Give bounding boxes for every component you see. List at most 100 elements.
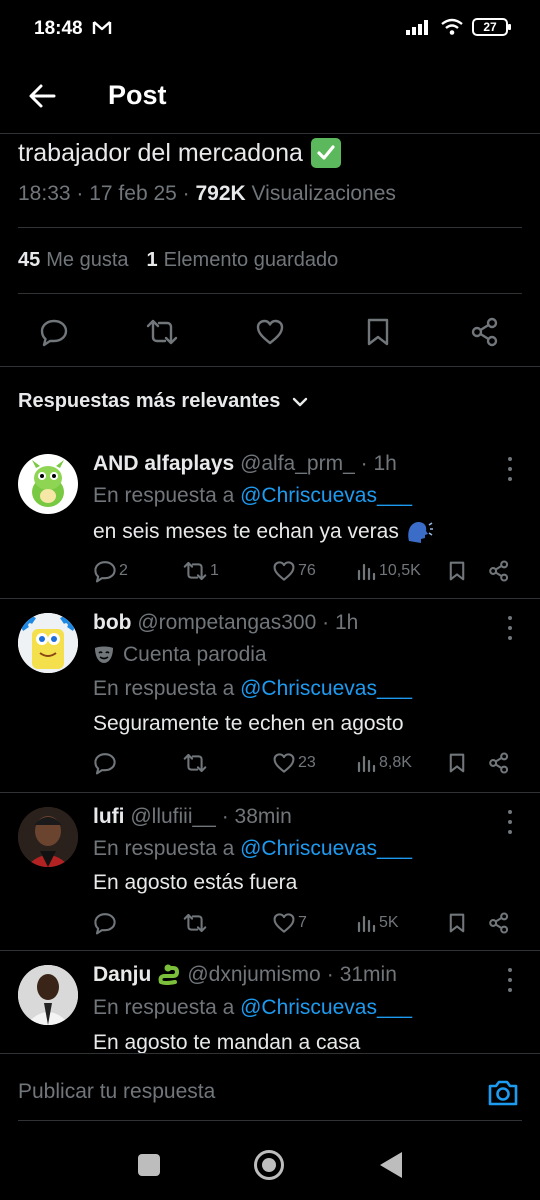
views-label: Visualizaciones: [251, 182, 396, 205]
avatar[interactable]: [18, 965, 78, 1025]
avatar[interactable]: [18, 454, 78, 514]
bookmark-icon: [449, 753, 465, 773]
reply-button[interactable]: [93, 908, 119, 938]
more-options-icon[interactable]: [506, 810, 514, 834]
reply-to-line: En respuesta a @Chriscuevas___: [93, 996, 412, 1020]
views-button[interactable]: 10,5K: [357, 556, 421, 586]
reply-actions: 7 5K: [0, 908, 540, 938]
retweet-button[interactable]: [182, 748, 210, 778]
like-button[interactable]: 76: [272, 556, 316, 586]
more-options-icon[interactable]: [506, 457, 514, 481]
reply-icon: [40, 319, 68, 347]
views-count: 792K: [195, 182, 246, 205]
retweet-button[interactable]: [182, 908, 210, 938]
bookmark-icon: [449, 913, 465, 933]
heart-icon: [273, 913, 295, 933]
retweet-count: 1: [210, 562, 219, 579]
reply-time: 1h: [334, 611, 359, 634]
reply-button[interactable]: [36, 314, 72, 350]
saved-label: Elemento guardado: [163, 249, 339, 271]
avatar[interactable]: [18, 807, 78, 867]
retweet-button[interactable]: [144, 314, 180, 350]
reply-author-handle[interactable]: @dxnjumismo: [187, 963, 320, 987]
share-button[interactable]: [467, 314, 503, 350]
bookmark-button[interactable]: [448, 748, 466, 778]
chevron-down-icon: [293, 397, 308, 406]
avatar[interactable]: [18, 613, 78, 673]
likes-stat[interactable]: 45 Me gusta: [18, 249, 129, 272]
recent-apps-button[interactable]: [138, 1154, 160, 1176]
saved-stat[interactable]: 1 Elemento guardado: [147, 249, 339, 272]
share-icon: [489, 560, 509, 582]
reply-text-content: Seguramente te echen en agosto: [93, 712, 404, 735]
reply-composer-input[interactable]: Publicar tu respuesta: [18, 1080, 215, 1104]
reply-author-handle[interactable]: @alfa_prm_: [240, 452, 355, 475]
meta-separator: ·: [221, 805, 235, 828]
like-count: 7: [298, 914, 307, 931]
reply-item[interactable]: bob @rompetangas300 · 1h Cuenta parodia …: [0, 599, 540, 791]
heart-icon: [256, 319, 284, 345]
speaking-head-emoji-icon: [408, 522, 433, 543]
like-button[interactable]: 23: [272, 748, 316, 778]
reply-count: 2: [119, 562, 128, 579]
wifi-icon: [441, 18, 463, 35]
system-back-button[interactable]: [380, 1152, 402, 1178]
reply-author-name[interactable]: bob: [93, 611, 131, 634]
share-icon: [471, 317, 498, 347]
share-button[interactable]: [488, 556, 510, 586]
share-button[interactable]: [488, 908, 510, 938]
composer-underline: [18, 1120, 522, 1121]
reply-to-prefix: En respuesta a: [93, 837, 235, 860]
views-count: 10,5K: [379, 562, 421, 579]
reply-button[interactable]: [93, 748, 119, 778]
reply-to-line: En respuesta a @Chriscuevas___: [93, 484, 412, 508]
reply-to-mention[interactable]: @Chriscuevas___: [240, 837, 412, 860]
retweet-icon: [183, 561, 207, 581]
sort-label: Respuestas más relevantes: [18, 390, 281, 412]
parody-label: Cuenta parodia: [123, 643, 267, 666]
views-button[interactable]: 8,8K: [357, 748, 412, 778]
divider: [18, 227, 522, 228]
divider: [0, 366, 540, 367]
reply-to-mention[interactable]: @Chriscuevas___: [240, 677, 412, 700]
page-title: Post: [108, 80, 167, 110]
views-button[interactable]: 5K: [357, 908, 399, 938]
reply-actions: 2 1 76 10,5K: [0, 556, 540, 586]
reply-to-prefix: En respuesta a: [93, 996, 235, 1019]
heart-icon: [273, 561, 295, 581]
more-options-icon[interactable]: [506, 616, 514, 640]
meta-separator: ·: [360, 452, 374, 475]
reply-time: 38min: [234, 805, 292, 828]
home-button[interactable]: [254, 1150, 284, 1180]
camera-button[interactable]: [486, 1076, 520, 1110]
reply-header: lufi @llufiii__ · 38min: [93, 805, 292, 829]
reply-author-handle[interactable]: @llufiii__: [130, 805, 216, 828]
bookmark-button[interactable]: [448, 556, 466, 586]
share-icon: [489, 912, 509, 934]
back-button[interactable]: [24, 78, 60, 114]
reply-author-handle[interactable]: @rompetangas300: [137, 611, 316, 634]
bookmark-button[interactable]: [448, 908, 466, 938]
retweet-button[interactable]: 1: [182, 556, 219, 586]
like-button[interactable]: [252, 314, 288, 350]
views-count: 5K: [379, 914, 399, 931]
share-button[interactable]: [488, 748, 510, 778]
reply-header: bob @rompetangas300 · 1h: [93, 611, 358, 635]
reply-author-name[interactable]: lufi: [93, 805, 125, 828]
like-button[interactable]: 7: [272, 908, 307, 938]
reply-author-name[interactable]: AND alfaplays: [93, 452, 234, 475]
reply-to-mention[interactable]: @Chriscuevas___: [240, 484, 412, 507]
reply-author-name[interactable]: Danju: [93, 963, 151, 987]
reply-button[interactable]: 2: [93, 556, 128, 586]
bookmark-button[interactable]: [360, 314, 396, 350]
more-options-icon[interactable]: [506, 968, 514, 992]
reply-to-mention[interactable]: @Chriscuevas___: [240, 996, 412, 1019]
snake-emoji-icon: [158, 964, 180, 985]
reply-actions: 23 8,8K: [0, 748, 540, 778]
reply-text: en seis meses te echan ya veras: [93, 519, 433, 545]
reply-item[interactable]: Danju @dxnjumismo · 31min En respuesta a…: [0, 951, 540, 1053]
reply-item[interactable]: lufi @llufiii__ · 38min En respuesta a @…: [0, 793, 540, 949]
replies-sort-dropdown[interactable]: Respuestas más relevantes: [18, 390, 308, 413]
reply-item[interactable]: AND alfaplays @alfa_prm_ · 1h En respues…: [0, 440, 540, 597]
theater-mask-icon: [95, 646, 113, 663]
